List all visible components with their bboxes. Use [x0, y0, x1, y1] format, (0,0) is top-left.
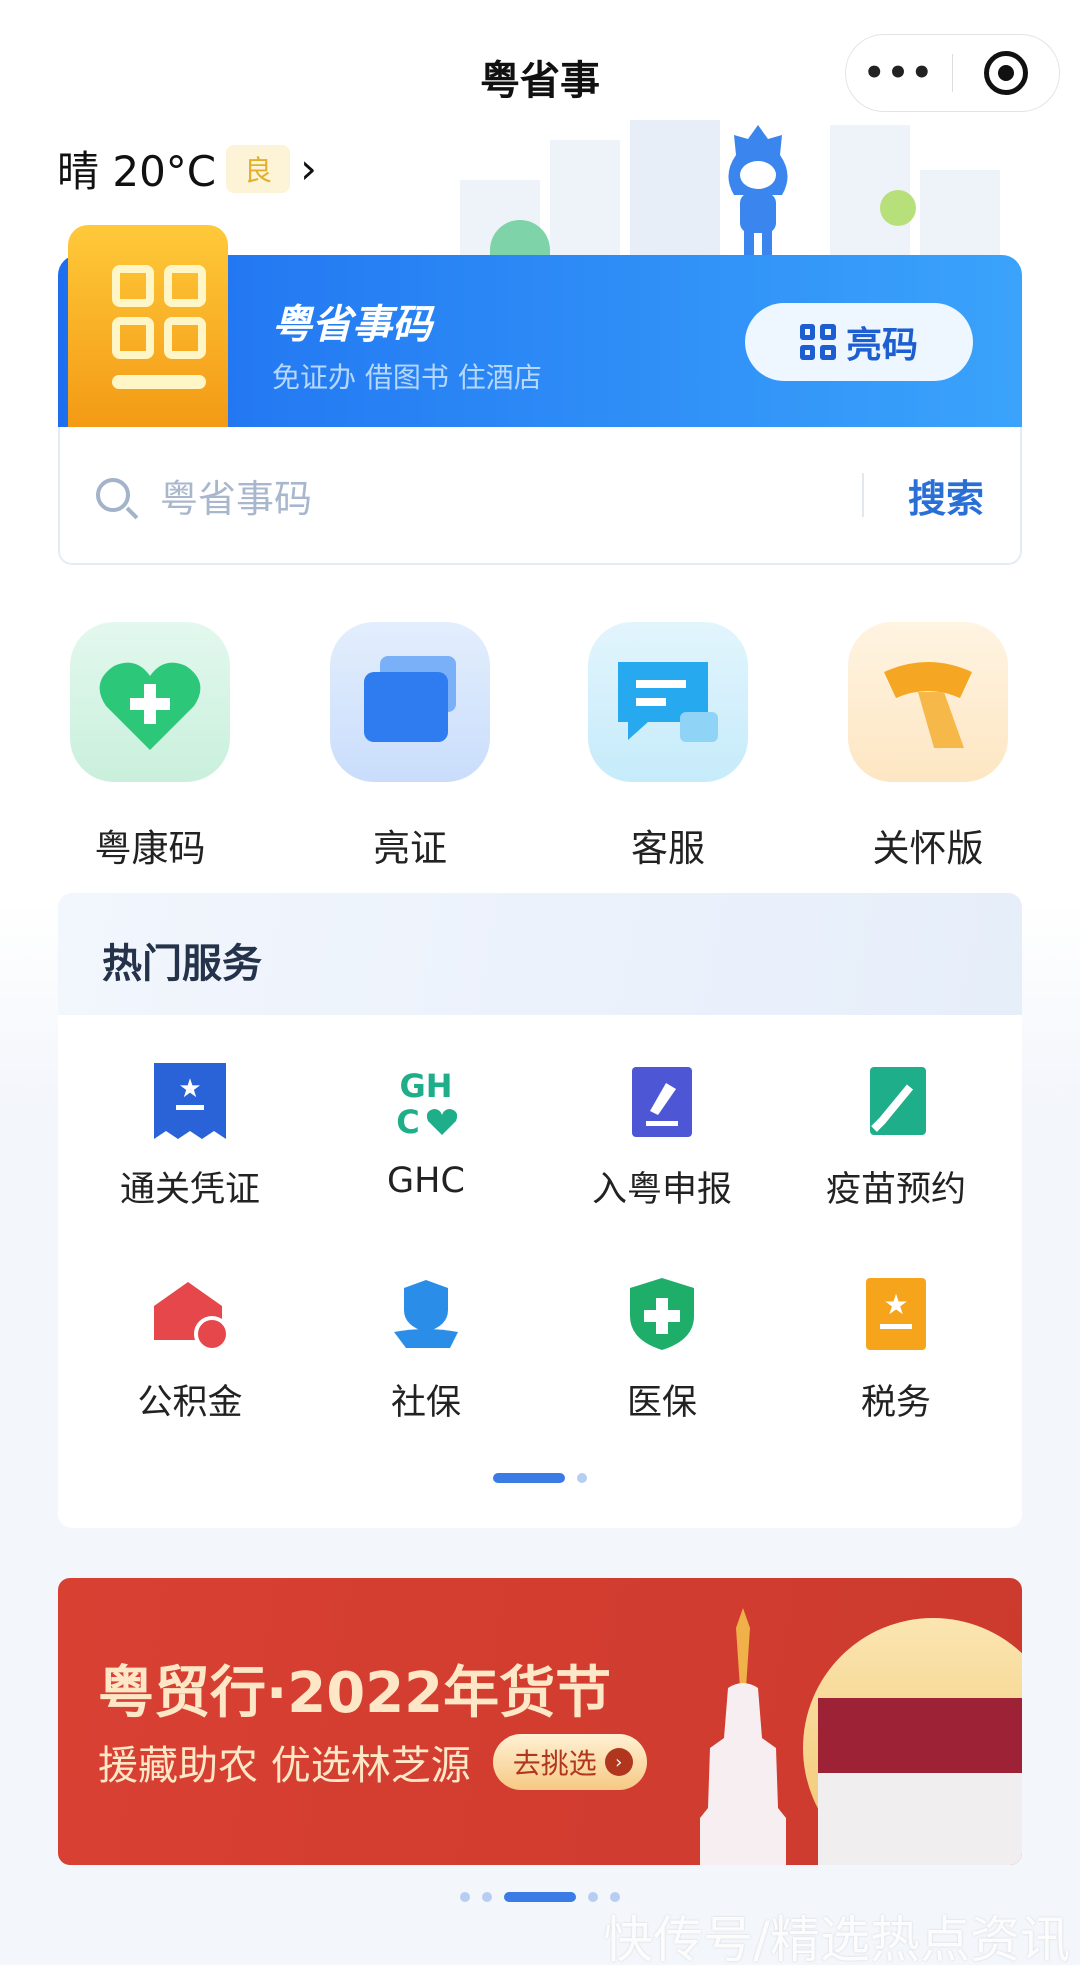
services-page-indicator[interactable]	[58, 1473, 1022, 1483]
quick-action-label: 亮证	[373, 827, 447, 870]
search-bar[interactable]: 粤省事码 搜索	[58, 427, 1022, 565]
service-customs-pass[interactable]: ★ 通关凭证	[72, 1063, 308, 1212]
service-label: 医保	[626, 1383, 697, 1423]
page-dot	[482, 1892, 492, 1902]
medical-shield-icon	[626, 1276, 698, 1352]
mini-program-capsule: •••	[845, 34, 1060, 112]
shop-now-label: 去挑选	[512, 1747, 597, 1780]
health-heart-icon	[70, 622, 230, 782]
card-title: 粤省事码	[272, 302, 432, 348]
page-dot-active	[493, 1473, 565, 1483]
service-housing-fund[interactable]: 公积金	[72, 1276, 308, 1425]
shield-hand-icon	[390, 1276, 462, 1352]
page-dot-active	[504, 1892, 576, 1902]
page-dot	[577, 1473, 587, 1483]
card-subtitle: 免证办 借图书 住酒店	[272, 361, 542, 394]
search-icon	[96, 478, 130, 512]
house-coin-icon	[154, 1276, 230, 1352]
hot-services-title: 热门服务	[58, 893, 1022, 1015]
service-label: 社保	[390, 1383, 461, 1423]
quick-action-care-mode[interactable]: 关怀版	[848, 622, 1008, 872]
banner-title: 粤贸行·2022年货节	[98, 1661, 612, 1726]
quick-action-health-code[interactable]: 粤康码	[70, 622, 230, 872]
search-button[interactable]: 搜索	[908, 468, 984, 523]
quick-action-customer-service[interactable]: 客服	[588, 622, 748, 872]
ticket-star-icon: ★	[154, 1063, 226, 1139]
page-dot	[588, 1892, 598, 1902]
show-code-label: 亮码	[845, 325, 918, 366]
tax-star-icon: ★	[860, 1276, 932, 1352]
svg-text:★: ★	[883, 1288, 908, 1321]
svg-text:C: C	[396, 1103, 419, 1139]
arrow-right-icon: ›	[604, 1748, 633, 1776]
service-entry-declaration[interactable]: 入粤申报	[544, 1063, 780, 1212]
weather-text: 晴 20°C	[57, 147, 217, 196]
weather-widget[interactable]: 晴 20°C 良 ›	[57, 138, 317, 199]
quick-action-label: 客服	[631, 827, 705, 870]
svg-text:GH: GH	[399, 1067, 452, 1105]
qr-icon	[799, 324, 836, 360]
air-quality-badge: 良	[226, 144, 291, 193]
quick-action-label: 关怀版	[872, 827, 984, 870]
chat-bubble-icon	[588, 622, 748, 782]
banner-subtitle: 援藏助农 优选林芝源	[98, 1743, 471, 1789]
banner-subtitle-row: 援藏助农 优选林芝源 去挑选 ›	[98, 1733, 647, 1791]
card-wallet-icon	[330, 622, 490, 782]
vaccine-icon	[860, 1063, 932, 1139]
hot-services-panel: 热门服务 ★ 通关凭证 GH C GHC 入粤申报 疫苗预约 公积金 社保 医保 ★ 税…	[58, 893, 1022, 1528]
service-vaccine[interactable]: 疫苗预约	[778, 1063, 1014, 1212]
page-dot	[460, 1892, 470, 1902]
service-label: 公积金	[137, 1383, 243, 1423]
qr-code-icon	[68, 225, 228, 427]
target-icon	[984, 51, 1028, 95]
stupa-illustration	[700, 1608, 786, 1865]
chevron-right-icon: ›	[300, 144, 317, 193]
service-label: GHC	[387, 1161, 465, 1201]
service-label: 通关凭证	[119, 1170, 260, 1210]
close-button[interactable]	[953, 51, 1059, 95]
ghc-heart-icon: GH C	[390, 1063, 462, 1141]
service-ghc[interactable]: GH C GHC	[308, 1063, 544, 1201]
service-label: 疫苗预约	[825, 1170, 966, 1210]
more-button[interactable]: •••	[846, 53, 952, 93]
svg-text:★: ★	[178, 1074, 201, 1104]
show-code-button[interactable]: 亮码	[745, 303, 973, 381]
form-edit-icon	[626, 1063, 698, 1139]
mascot-illustration	[728, 125, 788, 255]
service-label: 税务	[860, 1383, 931, 1423]
palace-illustration	[818, 1698, 1022, 1865]
divider	[861, 473, 864, 517]
scarf-icon	[848, 622, 1008, 782]
service-medical-insurance[interactable]: 医保	[544, 1276, 780, 1425]
service-label: 入粤申报	[591, 1170, 732, 1210]
shop-now-button[interactable]: 去挑选 ›	[492, 1734, 647, 1790]
search-input[interactable]: 粤省事码	[160, 468, 862, 523]
quick-action-show-id[interactable]: 亮证	[330, 622, 490, 872]
service-tax[interactable]: ★ 税务	[778, 1276, 1014, 1425]
watermark: 快传号/精选热点资讯	[603, 1911, 1070, 1969]
promo-banner[interactable]: 粤贸行·2022年货节 援藏助农 优选林芝源 去挑选 ›	[58, 1578, 1022, 1865]
quick-action-label: 粤康码	[94, 827, 206, 870]
service-social-security[interactable]: 社保	[308, 1276, 544, 1425]
